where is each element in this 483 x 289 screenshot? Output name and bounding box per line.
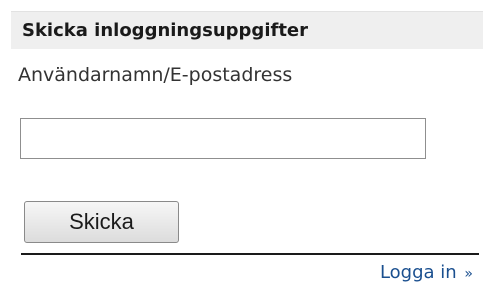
login-link-label: Logga in [379, 262, 457, 283]
send-button[interactable]: Skicka [24, 201, 179, 243]
username-email-input[interactable] [20, 118, 426, 159]
panel-title: Skicka inloggningsuppgifter [22, 20, 309, 41]
username-email-label: Användarnamn/E-postadress [18, 64, 293, 86]
footer-divider [21, 253, 479, 255]
login-link[interactable]: Logga in » [380, 262, 473, 283]
double-chevron-right-icon: » [464, 266, 473, 282]
